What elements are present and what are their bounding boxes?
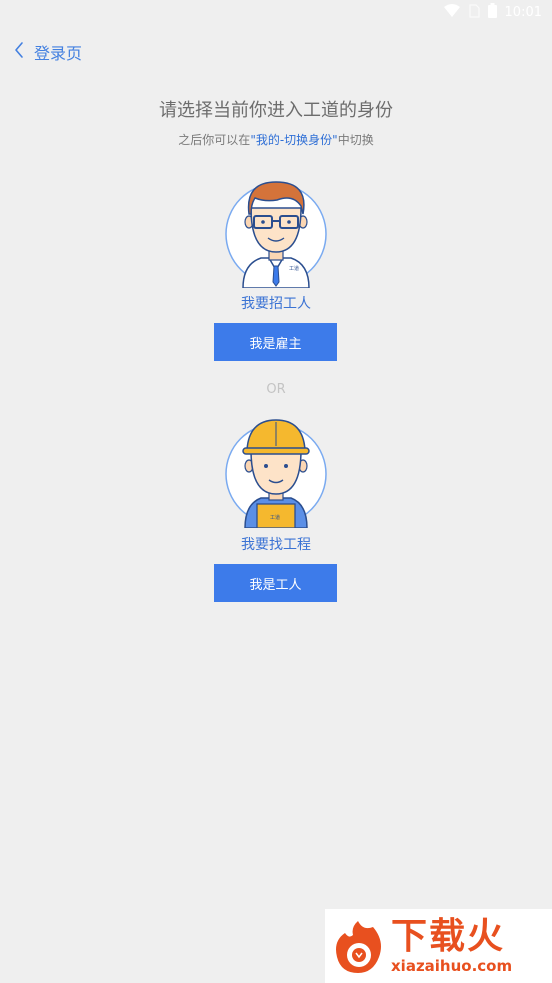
no-sim-icon bbox=[468, 3, 480, 22]
battery-icon bbox=[487, 3, 497, 22]
worker-overall-badge: 工道 bbox=[270, 514, 280, 521]
employer-shirt-badge: 工道 bbox=[289, 265, 299, 272]
worker-button[interactable]: 我是工人 bbox=[214, 564, 337, 602]
page-subtitle: 之后你可以在"我的-切换身份"中切换 bbox=[0, 131, 552, 148]
status-time: 10:01 bbox=[504, 4, 542, 20]
subtitle-highlight: "我的-切换身份" bbox=[250, 133, 338, 147]
chevron-left-icon bbox=[14, 41, 24, 63]
employer-avatar[interactable]: 工道 bbox=[221, 178, 331, 289]
watermark-name: 下载火 bbox=[391, 916, 506, 957]
watermark-logo-icon bbox=[329, 917, 387, 975]
back-button[interactable]: 登录页 bbox=[14, 40, 82, 64]
page-title: 请选择当前你进入工道的身份 bbox=[159, 100, 393, 121]
worker-role-label: 我要找工程 bbox=[241, 537, 311, 553]
watermark-url: xiazaihuo.com bbox=[391, 957, 513, 975]
back-label: 登录页 bbox=[34, 44, 83, 63]
subtitle-suffix: 中切换 bbox=[337, 133, 374, 147]
watermark: 下载火 xiazaihuo.com bbox=[325, 909, 552, 983]
status-bar: 10:01 bbox=[0, 0, 552, 24]
employer-role-label: 我要招工人 bbox=[241, 296, 311, 312]
wifi-icon bbox=[443, 3, 460, 22]
subtitle-prefix: 之后你可以在 bbox=[178, 133, 251, 147]
or-divider: OR bbox=[266, 382, 286, 397]
status-icons: 10:01 bbox=[443, 3, 542, 22]
nav-bar: 登录页 bbox=[0, 32, 552, 68]
employer-button[interactable]: 我是雇主 bbox=[214, 323, 337, 361]
worker-avatar[interactable]: 工道 bbox=[221, 418, 331, 529]
watermark-text: 下载火 xiazaihuo.com bbox=[391, 916, 513, 976]
